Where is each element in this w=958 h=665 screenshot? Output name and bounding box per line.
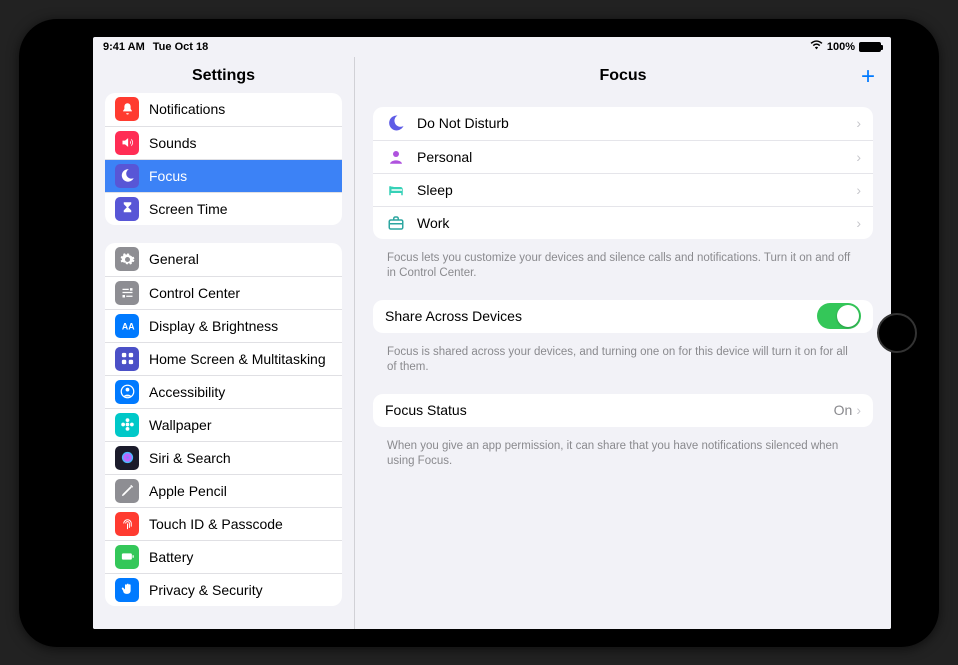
focus-modes-footer: Focus lets you customize your devices an… [373,245,873,300]
person-icon [115,380,139,404]
detail-scroll[interactable]: Do Not Disturb›Personal›Sleep›Work› Focu… [355,93,891,629]
gear-icon [115,247,139,271]
hand-icon [115,578,139,602]
sliders-icon [115,281,139,305]
sidebar-title: Settings [93,57,354,93]
ipad-device-frame: 9:41 AM Tue Oct 18 100% Settings Notific… [19,19,939,647]
pencil-icon [115,479,139,503]
flower-icon [115,413,139,437]
sidebar-item-display-brightness[interactable]: AA Display & Brightness [105,309,342,342]
sidebar-item-label: Screen Time [149,201,332,217]
detail-pane: Focus + Do Not Disturb›Personal›Sleep›Wo… [355,57,891,629]
battery-percent: 100% [827,41,855,53]
focus-mode-label: Do Not Disturb [417,115,856,131]
status-bar: 9:41 AM Tue Oct 18 100% [93,37,891,57]
sidebar-item-focus[interactable]: Focus [105,159,342,192]
moon-icon [385,114,407,132]
chevron-right-icon: › [856,215,861,231]
bed-icon [385,181,407,199]
sidebar-item-label: Siri & Search [149,450,332,466]
sidebar-group-notifications: Notifications Sounds Focus Screen Time [105,93,342,225]
status-time: 9:41 AM [103,41,145,53]
sidebar-item-label: Accessibility [149,384,332,400]
focus-status-label: Focus Status [385,402,834,418]
screen: 9:41 AM Tue Oct 18 100% Settings Notific… [93,37,891,629]
chevron-right-icon: › [856,182,861,198]
siri-icon [115,446,139,470]
sidebar-item-label: Focus [149,168,332,184]
share-across-footer: Focus is shared across your devices, and… [373,339,873,394]
sidebar-item-accessibility[interactable]: Accessibility [105,375,342,408]
focus-mode-personal[interactable]: Personal› [373,140,873,173]
chevron-right-icon: › [856,402,861,418]
sidebar-item-touch-id-passcode[interactable]: Touch ID & Passcode [105,507,342,540]
sidebar-item-label: Notifications [149,101,332,117]
sidebar-item-label: Touch ID & Passcode [149,516,332,532]
share-across-row[interactable]: Share Across Devices [373,300,873,333]
share-across-toggle[interactable] [817,303,861,329]
fingerprint-icon [115,512,139,536]
sidebar-item-home-screen-multitasking[interactable]: Home Screen & Multitasking [105,342,342,375]
sidebar-item-label: Control Center [149,285,332,301]
sidebar-group-general: General Control Center AA Display & Brightn… [105,243,342,606]
battery-icon [115,545,139,569]
hourglass-icon [115,197,139,221]
sidebar-item-siri-search[interactable]: Siri & Search [105,441,342,474]
sidebar-item-label: Apple Pencil [149,483,332,499]
sidebar-item-sounds[interactable]: Sounds [105,126,342,159]
focus-mode-sleep[interactable]: Sleep› [373,173,873,206]
aa-icon: AA [115,314,139,338]
sidebar-item-label: Wallpaper [149,417,332,433]
focus-status-footer: When you give an app permission, it can … [373,433,873,488]
focus-status-group: Focus Status On › [373,394,873,427]
briefcase-icon [385,214,407,232]
battery-icon [859,42,881,52]
focus-mode-label: Personal [417,149,856,165]
add-focus-button[interactable]: + [861,63,875,91]
sidebar-item-wallpaper[interactable]: Wallpaper [105,408,342,441]
focus-mode-label: Work [417,215,856,231]
sidebar-item-battery[interactable]: Battery [105,540,342,573]
sidebar-item-label: Sounds [149,135,332,151]
sidebar-item-general[interactable]: General [105,243,342,276]
home-button[interactable] [877,313,917,353]
detail-header: Focus + [355,57,891,93]
share-across-group: Share Across Devices [373,300,873,333]
bell-icon [115,97,139,121]
sidebar-item-label: Privacy & Security [149,582,332,598]
svg-text:AA: AA [121,321,134,331]
focus-mode-work[interactable]: Work› [373,206,873,239]
sidebar-scroll[interactable]: Notifications Sounds Focus Screen Time Gene… [93,93,354,629]
focus-status-value: On [834,402,853,418]
focus-mode-label: Sleep [417,182,856,198]
moon-icon [115,164,139,188]
settings-sidebar: Settings Notifications Sounds Focus Screen … [93,57,355,629]
sidebar-item-control-center[interactable]: Control Center [105,276,342,309]
focus-modes-group: Do Not Disturb›Personal›Sleep›Work› [373,107,873,239]
focus-status-row[interactable]: Focus Status On › [373,394,873,427]
sidebar-item-label: Battery [149,549,332,565]
sidebar-item-label: Display & Brightness [149,318,332,334]
sidebar-item-notifications[interactable]: Notifications [105,93,342,126]
chevron-right-icon: › [856,149,861,165]
status-date: Tue Oct 18 [153,41,208,53]
sidebar-item-apple-pencil[interactable]: Apple Pencil [105,474,342,507]
wifi-icon [810,40,823,53]
sidebar-item-label: Home Screen & Multitasking [149,351,332,367]
sidebar-item-privacy-security[interactable]: Privacy & Security [105,573,342,606]
detail-title: Focus [599,67,646,84]
focus-mode-do-not-disturb[interactable]: Do Not Disturb› [373,107,873,140]
speaker-icon [115,131,139,155]
sidebar-item-label: General [149,251,332,267]
chevron-right-icon: › [856,115,861,131]
sidebar-item-screen-time[interactable]: Screen Time [105,192,342,225]
grid-icon [115,347,139,371]
share-across-label: Share Across Devices [385,308,817,324]
person-solid-icon [385,148,407,166]
